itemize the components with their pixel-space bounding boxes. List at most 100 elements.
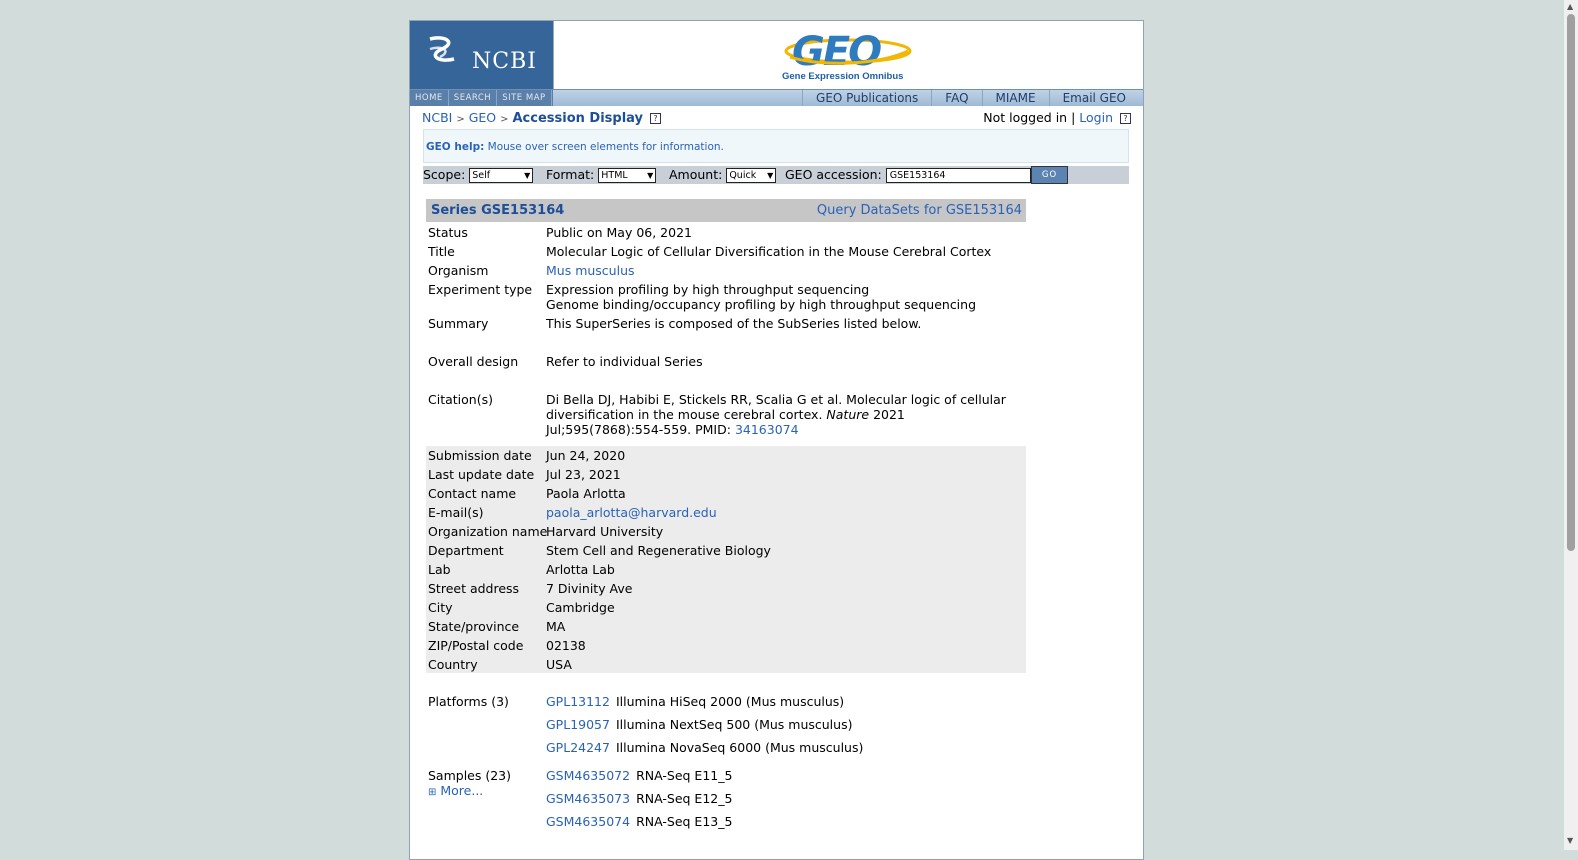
expand-plus-icon: ⊞ [428, 787, 437, 798]
sample-desc: RNA-Seq E12_5 [636, 791, 733, 806]
contact-value: Cambridge [546, 600, 615, 615]
amount-label: Amount: [669, 167, 723, 182]
experiment-type-1: Expression profiling by high throughput … [546, 282, 870, 297]
contact-value: Jun 24, 2020 [546, 448, 626, 463]
geo-nav: GEO Publications FAQ MIAME Email GEO [802, 90, 1139, 106]
series-title: Series GSE153164 [431, 203, 565, 218]
nav-email-geo[interactable]: Email GEO [1048, 90, 1139, 106]
ncbi-nav: HOME SEARCH SITE MAP [410, 90, 553, 106]
geo-help-box: GEO help: Mouse over screen elements for… [423, 129, 1129, 163]
ncbi-logo-text: NCBI [472, 49, 537, 74]
contact-key: E-mail(s) [428, 505, 484, 520]
nav-home[interactable]: HOME [410, 90, 449, 106]
nav-miame[interactable]: MIAME [981, 90, 1049, 106]
sample-link[interactable]: GSM4635074 [546, 814, 630, 829]
login-help-icon[interactable]: ? [1120, 113, 1131, 124]
platform-link[interactable]: GPL13112 [546, 694, 610, 709]
citation-value: Di Bella DJ, Habibi E, Stickels RR, Scal… [546, 392, 1016, 437]
contact-value: Harvard University [546, 524, 664, 539]
nav-site-map[interactable]: SITE MAP [497, 90, 552, 106]
contact-value: USA [546, 657, 572, 672]
summary-key: Summary [428, 316, 489, 331]
login-link[interactable]: Login [1079, 110, 1113, 125]
contact-key: Country [428, 657, 478, 672]
contact-value: Stem Cell and Regenerative Biology [546, 543, 771, 558]
breadcrumb-ncbi[interactable]: NCBI [422, 110, 452, 125]
scope-select[interactable]: Self [469, 168, 534, 183]
geo-banner: GEO Gene Expression Omnibus [554, 21, 1143, 89]
geo-page: NCBI GEO Gene Expression Omnibus HOME SE… [409, 20, 1144, 860]
contact-value: 7 Divinity Ave [546, 581, 633, 596]
nav-search[interactable]: SEARCH [449, 90, 498, 106]
scroll-down-arrow-icon[interactable]: ▼ [1567, 836, 1573, 845]
contact-value: MA [546, 619, 566, 634]
sample-link[interactable]: GSM4635072 [546, 768, 630, 783]
scope-label: Scope: [423, 167, 466, 182]
email-link[interactable]: paola_arlotta@harvard.edu [546, 505, 1026, 520]
help-text: Mouse over screen elements for informati… [487, 141, 724, 153]
scrollbar-thumb[interactable] [1567, 14, 1575, 551]
sample-link[interactable]: GSM4635073 [546, 791, 630, 806]
ncbi-logo[interactable]: NCBI [410, 21, 554, 89]
samples-more-text: More... [440, 783, 484, 798]
contact-value: Paola Arlotta [546, 486, 626, 501]
platform-item: GPL13112 Illumina HiSeq 2000 (Mus musculu… [546, 694, 850, 709]
contact-key: Organization name [428, 524, 548, 539]
vertical-scrollbar[interactable]: ▲ ▼ [1564, 0, 1578, 850]
geo-logo-graphic: GEO [784, 29, 912, 75]
nav-faq[interactable]: FAQ [931, 90, 981, 106]
contact-value: Arlotta Lab [546, 562, 615, 577]
contact-key: City [428, 600, 453, 615]
geo-logo[interactable]: GEO Gene Expression Omnibus [780, 29, 920, 85]
login-sep: | [1071, 110, 1076, 125]
geo-logo-text: GEO [792, 29, 881, 73]
contact-value: 02138 [546, 638, 586, 653]
citation-journal: Nature [826, 407, 870, 422]
pmid-link[interactable]: 34163074 [735, 422, 799, 437]
geo-subtitle: Gene Expression Omnibus [782, 71, 904, 82]
format-label: Format: [546, 167, 595, 182]
status-key: Status [428, 225, 468, 240]
go-button[interactable]: GO [1031, 166, 1068, 184]
sample-desc: RNA-Seq E13_5 [636, 814, 733, 829]
scroll-up-arrow-icon[interactable]: ▲ [1567, 2, 1573, 11]
sample-desc: RNA-Seq E11_5 [636, 768, 733, 783]
platform-link[interactable]: GPL24247 [546, 740, 610, 755]
overall-design-key: Overall design [428, 354, 519, 369]
format-select[interactable]: HTML [598, 168, 657, 183]
query-datasets-link[interactable]: Query DataSets for GSE153164 [817, 203, 1022, 218]
amount-select[interactable]: Quick [726, 168, 777, 183]
breadcrumb: NCBI > GEO > Accession Display ? [422, 110, 662, 126]
accession-input[interactable]: GSE153164 [885, 168, 1031, 183]
title-value: Molecular Logic of Cellular Diversificat… [546, 244, 992, 259]
contact-key: Street address [428, 581, 520, 596]
platform-desc: Illumina NextSeq 500 (Mus musculus) [615, 717, 853, 732]
contact-key: Last update date [428, 467, 535, 482]
contact-key: Contact name [428, 486, 517, 501]
title-key: Title [428, 244, 455, 259]
query-bar: Scope: Self Format: HTML Amount: Quick G… [423, 166, 1129, 184]
accession-label: GEO accession: [785, 167, 882, 182]
platform-item: GPL24247 Illumina NovaSeq 6000 (Mus muscu… [546, 740, 869, 755]
platform-desc: Illumina NovaSeq 6000 (Mus musculus) [615, 740, 864, 755]
contact-key: Lab [428, 562, 451, 577]
organism-link[interactable]: Mus musculus [546, 263, 1026, 278]
samples-label: Samples (23) [428, 768, 512, 783]
platform-desc: Illumina HiSeq 2000 (Mus musculus) [615, 694, 845, 709]
help-question-icon[interactable]: ? [650, 113, 662, 124]
top-navbar: HOME SEARCH SITE MAP GEO Publications FA… [410, 89, 1143, 106]
nav-geo-publications[interactable]: GEO Publications [802, 90, 931, 106]
experiment-type-key: Experiment type [428, 282, 533, 297]
organism-key: Organism [428, 263, 489, 278]
citation-text: Di Bella DJ, Habibi E, Stickels RR, Scal… [546, 392, 1006, 422]
page-title: Accession Display [512, 111, 644, 126]
sample-item: GSM4635073 RNA-Seq E12_5 [546, 791, 738, 806]
platform-link[interactable]: GPL19057 [546, 717, 610, 732]
samples-more-link[interactable]: ⊞ More... [428, 783, 546, 800]
contact-key: Department [428, 543, 504, 558]
breadcrumb-sep: > [500, 114, 509, 125]
citation-key: Citation(s) [428, 392, 493, 407]
contact-key: State/province [428, 619, 520, 634]
breadcrumb-geo[interactable]: GEO [469, 110, 496, 125]
overall-design-value: Refer to individual Series [546, 354, 703, 369]
